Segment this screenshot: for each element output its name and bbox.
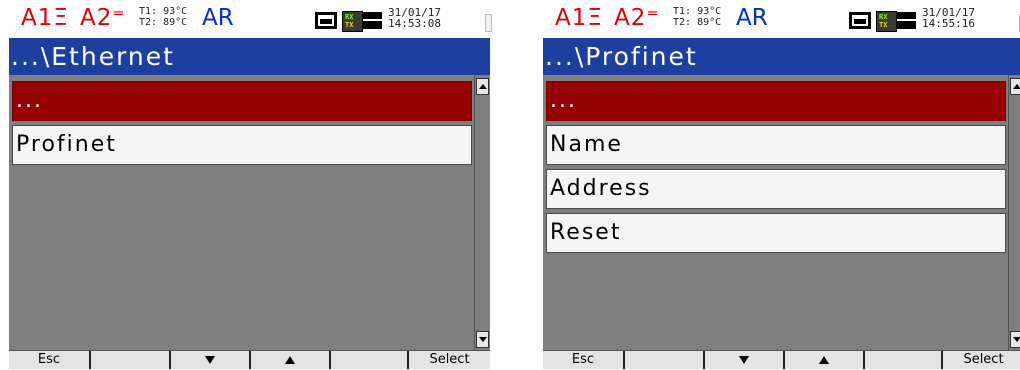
alarm-1-indicator: A1Ξ xyxy=(555,5,603,31)
down-arrow-icon xyxy=(205,356,215,364)
down-button[interactable] xyxy=(171,351,251,369)
time-text: 14:55:16 xyxy=(922,17,975,30)
rx-tx-icon: RX TX xyxy=(342,11,363,32)
t2-reading: T2: 89°C xyxy=(673,17,722,28)
up-arrow-icon xyxy=(819,356,829,364)
down-button[interactable] xyxy=(705,351,785,369)
scroll-down-icon[interactable] xyxy=(1010,331,1020,348)
softkey-bar: Esc Select xyxy=(9,350,490,369)
t1-reading: T1: 93°C xyxy=(673,6,722,17)
date-time: 31/01/17 14:53:08 xyxy=(388,7,441,29)
scroll-up-icon[interactable] xyxy=(1010,78,1020,95)
softkey-2-button[interactable] xyxy=(91,351,171,369)
monitor-icon xyxy=(315,12,337,29)
rx-label: RX xyxy=(345,13,354,21)
softkey-2-button[interactable] xyxy=(625,351,705,369)
status-bar: A1Ξ A2⁼ T1: 93°C T2: 89°C AR RX TX 31/01… xyxy=(543,0,1020,38)
temperature-readout: T1: 93°C T2: 89°C xyxy=(139,6,187,28)
tx-label: TX xyxy=(879,21,888,29)
esc-button[interactable]: Esc xyxy=(9,351,91,369)
menu-item-address[interactable]: Address xyxy=(546,169,1006,209)
menu-list: ... Name Address Reset xyxy=(543,75,1020,350)
menu-item-parent[interactable]: ... xyxy=(546,81,1006,121)
alarm-1-indicator: A1Ξ xyxy=(21,5,69,31)
down-arrow-icon xyxy=(739,356,749,364)
softkey-bar: Esc Select xyxy=(543,350,1020,369)
alarm-2-indicator: A2⁼ xyxy=(80,5,126,31)
status-bar: A1Ξ A2⁼ T1: 93°C T2: 89°C AR RX TX 31/01… xyxy=(9,0,492,38)
page-title: ...\Ethernet xyxy=(9,38,490,75)
scroll-up-icon[interactable] xyxy=(476,78,489,95)
softkey-5-button[interactable] xyxy=(331,351,409,369)
up-arrow-icon xyxy=(285,356,295,364)
esc-button[interactable]: Esc xyxy=(543,351,625,369)
date-time: 31/01/17 14:55:16 xyxy=(922,7,975,29)
mode-indicator: AR xyxy=(736,5,768,31)
menu-item-name[interactable]: Name xyxy=(546,125,1006,165)
alarm-2-indicator: A2⁼ xyxy=(614,5,660,31)
t1-reading: T1: 93°C xyxy=(139,6,188,17)
tx-label: TX xyxy=(345,21,354,29)
time-text: 14:53:08 xyxy=(388,17,441,30)
select-button[interactable]: Select xyxy=(409,351,490,369)
device-screen-profinet: A1Ξ A2⁼ T1: 93°C T2: 89°C AR RX TX 31/01… xyxy=(543,0,1020,369)
menu-item-reset[interactable]: Reset xyxy=(546,213,1006,253)
menu-item-parent[interactable]: ... xyxy=(12,81,472,121)
rx-tx-icon: RX TX xyxy=(876,11,897,32)
up-button[interactable] xyxy=(785,351,865,369)
battery-icon xyxy=(485,14,492,32)
scrollbar[interactable] xyxy=(1008,75,1020,350)
select-button[interactable]: Select xyxy=(943,351,1020,369)
scrollbar[interactable] xyxy=(474,75,490,350)
monitor-icon xyxy=(849,12,871,29)
menu-list: ... Profinet xyxy=(9,75,490,350)
scroll-down-icon[interactable] xyxy=(476,331,489,348)
memory-icon xyxy=(363,12,382,29)
memory-icon xyxy=(897,12,916,29)
menu-item-profinet[interactable]: Profinet xyxy=(12,125,472,165)
mode-indicator: AR xyxy=(202,5,234,31)
device-screen-ethernet: A1Ξ A2⁼ T1: 93°C T2: 89°C AR RX TX 31/01… xyxy=(9,0,492,369)
softkey-5-button[interactable] xyxy=(865,351,943,369)
temperature-readout: T1: 93°C T2: 89°C xyxy=(673,6,721,28)
up-button[interactable] xyxy=(251,351,331,369)
t2-reading: T2: 89°C xyxy=(139,17,188,28)
rx-label: RX xyxy=(879,13,888,21)
page-title: ...\Profinet xyxy=(543,38,1020,75)
